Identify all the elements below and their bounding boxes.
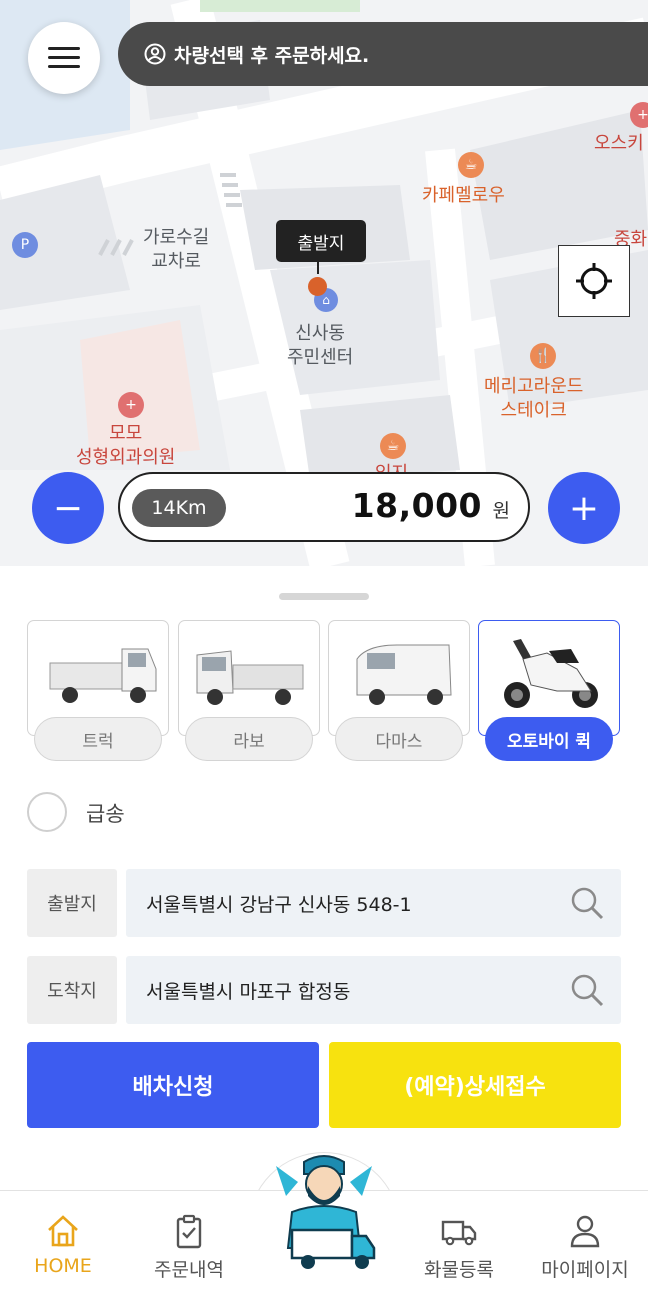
user-circle-icon <box>144 43 166 65</box>
map-label-cafe: 카페멜로우 <box>422 185 505 206</box>
minus-icon: − <box>52 487 84 529</box>
crosshair-icon <box>576 263 612 299</box>
vehicle-label-motorcycle[interactable]: 오토바이 퀵 <box>485 717 613 761</box>
origin-marker-tag: 출발지 <box>276 220 366 262</box>
truck-icon <box>441 1220 477 1246</box>
map-label-top-right: 오스키 <box>594 133 644 154</box>
map-label-restaurant: 메리고라운드 스테이크 <box>484 376 584 421</box>
hospital-icon: + <box>118 392 144 418</box>
destination-address-value: 서울특별시 마포구 합정동 <box>146 980 351 1003</box>
nav-label-home: HOME <box>34 1255 92 1277</box>
nav-label-orders: 주문내역 <box>154 1259 224 1281</box>
truck-image <box>49 648 157 703</box>
damas-van-image <box>356 644 452 705</box>
home-icon <box>48 1215 78 1247</box>
cafe-icon: ☕ <box>458 152 484 178</box>
origin-label: 출발지 <box>27 869 117 937</box>
notice-banner: 차량선택 후 주문하세요. <box>118 22 648 86</box>
origin-address-value: 서울특별시 강남구 신사동 548-1 <box>146 893 412 916</box>
reservation-detail-button[interactable]: (예약)상세접수 <box>329 1042 621 1128</box>
fare-unit: 원 <box>492 500 510 522</box>
nav-item-orders[interactable]: 주문내역 <box>134 1191 244 1299</box>
distance-chip: 14Km <box>132 489 226 527</box>
map-label-intersection: 가로수길 교차로 <box>143 227 210 272</box>
nav-item-home[interactable]: HOME <box>8 1191 118 1299</box>
vehicle-label-damas[interactable]: 다마스 <box>335 717 463 761</box>
nav-label-cargo: 화물등록 <box>424 1259 494 1281</box>
notice-text: 차량선택 후 주문하세요. <box>174 44 370 67</box>
origin-address-field[interactable]: 서울특별시 강남구 신사동 548-1 <box>126 869 621 937</box>
nav-item-cargo[interactable]: 화물등록 <box>404 1191 514 1299</box>
sheet-drag-handle[interactable] <box>279 593 369 600</box>
destination-label: 도착지 <box>27 956 117 1024</box>
map-view[interactable]: P ⌂ ☕ ☕ 🍴 + + 가로수길 교차로 신사동 주민센터 카페멜로우 메리… <box>0 0 648 566</box>
motorcycle-image <box>504 639 598 708</box>
cafe-icon-2: ☕ <box>380 433 406 459</box>
search-icon[interactable] <box>569 885 605 921</box>
origin-marker-dot <box>308 277 327 296</box>
person-icon <box>570 1215 600 1248</box>
map-label-clinic: 모모 성형외과의원 <box>76 423 176 468</box>
map-label-community-center: 신사동 주민센터 <box>287 323 354 368</box>
vehicle-label-labo[interactable]: 라보 <box>185 717 313 761</box>
dispatch-request-button[interactable]: 배차신청 <box>27 1042 319 1128</box>
parking-icon: P <box>12 232 38 258</box>
urgent-radio[interactable] <box>27 792 67 832</box>
search-icon[interactable] <box>569 972 605 1008</box>
nav-item-mypage[interactable]: 마이페이지 <box>530 1191 640 1299</box>
clipboard-check-icon <box>176 1214 202 1249</box>
menu-button[interactable] <box>28 22 100 94</box>
nav-label-mypage: 마이페이지 <box>541 1259 629 1281</box>
restaurant-icon: 🍴 <box>530 343 556 369</box>
decrease-button[interactable]: − <box>32 472 104 544</box>
current-location-button[interactable] <box>558 245 630 317</box>
increase-button[interactable]: + <box>548 472 620 544</box>
urgent-label[interactable]: 급송 <box>86 798 125 828</box>
plus-icon: + <box>568 487 600 529</box>
vehicle-label-truck[interactable]: 트럭 <box>34 717 162 761</box>
origin-marker-stem <box>317 262 319 274</box>
fare-amount: 18,000 <box>351 486 482 525</box>
destination-address-field[interactable]: 서울특별시 마포구 합정동 <box>126 956 621 1024</box>
delivery-mascot-icon[interactable] <box>268 1152 380 1280</box>
fare-display: 14Km 18,000 원 <box>118 472 530 542</box>
labo-truck-image <box>196 650 304 705</box>
